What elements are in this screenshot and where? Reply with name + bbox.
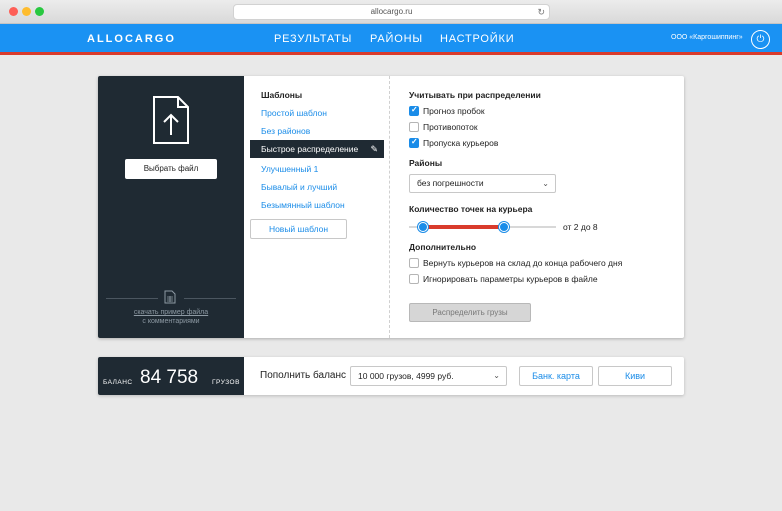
company-name[interactable]: ООО «Каргошиппинг» xyxy=(671,34,743,41)
divider xyxy=(106,298,158,299)
checkbox-label: Вернуть курьеров на склад до конца рабоч… xyxy=(423,258,623,268)
template-item-label: Быстрое распределение xyxy=(261,144,359,154)
chevron-down-icon: ⌄ xyxy=(493,371,500,380)
topup-package-select[interactable]: 10 000 грузов, 4999 руб. ⌄ xyxy=(350,366,507,386)
logo[interactable]: ALLOCARGO xyxy=(87,33,176,45)
select-value: без погрешности xyxy=(417,178,484,188)
sample-caption: с комментариями xyxy=(142,318,200,325)
logout-icon[interactable]: ⏻ xyxy=(751,30,770,49)
checkbox[interactable] xyxy=(409,122,419,132)
nav-settings[interactable]: НАСТРОЙКИ xyxy=(440,33,514,45)
districts-select[interactable]: без погрешности ⌄ xyxy=(409,174,556,193)
url-text: allocargo.ru xyxy=(370,7,413,16)
templates-panel: Шаблоны Простой шаблон Без районов Быстр… xyxy=(244,76,390,338)
template-item-active[interactable]: Быстрое распределение ✎ xyxy=(250,140,384,158)
app-header: ALLOCARGO РЕЗУЛЬТАТЫ РАЙОНЫ НАСТРОЙКИ ОО… xyxy=(0,24,782,55)
template-item[interactable]: Простой шаблон xyxy=(261,108,327,118)
slider-max-handle[interactable] xyxy=(499,222,509,232)
checkbox-label: Противопоток xyxy=(423,122,478,132)
address-bar[interactable]: allocargo.ru ↻ xyxy=(233,4,550,20)
bank-card-button[interactable]: Банк. карта xyxy=(519,366,593,386)
checkbox[interactable] xyxy=(409,105,419,116)
maximize-window-button[interactable] xyxy=(35,7,44,16)
qiwi-button[interactable]: Киви xyxy=(598,366,672,386)
upload-panel: Выбрать файл скачать пример файла с комм… xyxy=(98,76,244,338)
additional-title: Дополнительно xyxy=(409,242,477,252)
download-sample-link[interactable]: скачать пример файла xyxy=(98,309,244,316)
browser-toolbar: allocargo.ru ↻ xyxy=(0,0,782,24)
checkbox[interactable] xyxy=(409,258,419,268)
balance-bar: БАЛАНС 84 758 ГРУЗОВ Пополнить баланс 10… xyxy=(98,357,684,395)
balance-label: БАЛАНС xyxy=(103,379,133,386)
edit-pencil-icon[interactable]: ✎ xyxy=(370,140,378,158)
new-template-button[interactable]: Новый шаблон xyxy=(250,219,347,239)
points-range-value: от 2 до 8 xyxy=(563,222,598,232)
minimize-window-button[interactable] xyxy=(22,7,31,16)
balance-panel: БАЛАНС 84 758 ГРУЗОВ xyxy=(98,357,244,395)
divider xyxy=(184,298,236,299)
points-title: Количество точек на курьера xyxy=(409,204,533,214)
slider-fill xyxy=(423,225,504,229)
consider-title: Учитывать при распределении xyxy=(409,90,541,100)
districts-title: Районы xyxy=(409,158,443,168)
balance-unit: ГРУЗОВ xyxy=(212,379,240,386)
nav-districts[interactable]: РАЙОНЫ xyxy=(370,33,423,45)
checkbox-label: Прогноз пробок xyxy=(423,106,485,116)
close-window-button[interactable] xyxy=(9,7,18,16)
checkbox-label: Пропуска курьеров xyxy=(423,138,499,148)
settings-panel: Учитывать при распределении Прогноз проб… xyxy=(391,76,684,338)
topup-label: Пополнить баланс xyxy=(260,370,346,381)
nav-results[interactable]: РЕЗУЛЬТАТЫ xyxy=(274,33,352,45)
template-item[interactable]: Безымянный шаблон xyxy=(261,200,345,210)
distribution-card: Выбрать файл скачать пример файла с комм… xyxy=(98,76,684,338)
template-item[interactable]: Бывалый и лучший xyxy=(261,182,337,192)
checkbox[interactable] xyxy=(409,137,419,148)
checkbox[interactable] xyxy=(409,274,419,284)
template-item[interactable]: Улучшенный 1 xyxy=(261,164,318,174)
template-item[interactable]: Без районов xyxy=(261,126,310,136)
distribute-button[interactable]: Распределить грузы xyxy=(409,303,531,322)
choose-file-button[interactable]: Выбрать файл xyxy=(125,159,217,179)
spreadsheet-file-icon xyxy=(164,290,176,304)
slider-min-handle[interactable] xyxy=(418,222,428,232)
checkbox-label: Игнорировать параметры курьеров в файле xyxy=(423,274,598,284)
reload-icon[interactable]: ↻ xyxy=(537,5,545,19)
select-value: 10 000 грузов, 4999 руб. xyxy=(358,371,454,381)
file-upload-icon[interactable] xyxy=(152,95,190,145)
templates-title: Шаблоны xyxy=(261,90,303,100)
points-range-slider[interactable] xyxy=(409,221,556,233)
chevron-down-icon: ⌄ xyxy=(542,179,549,188)
balance-amount: 84 758 xyxy=(140,367,199,388)
